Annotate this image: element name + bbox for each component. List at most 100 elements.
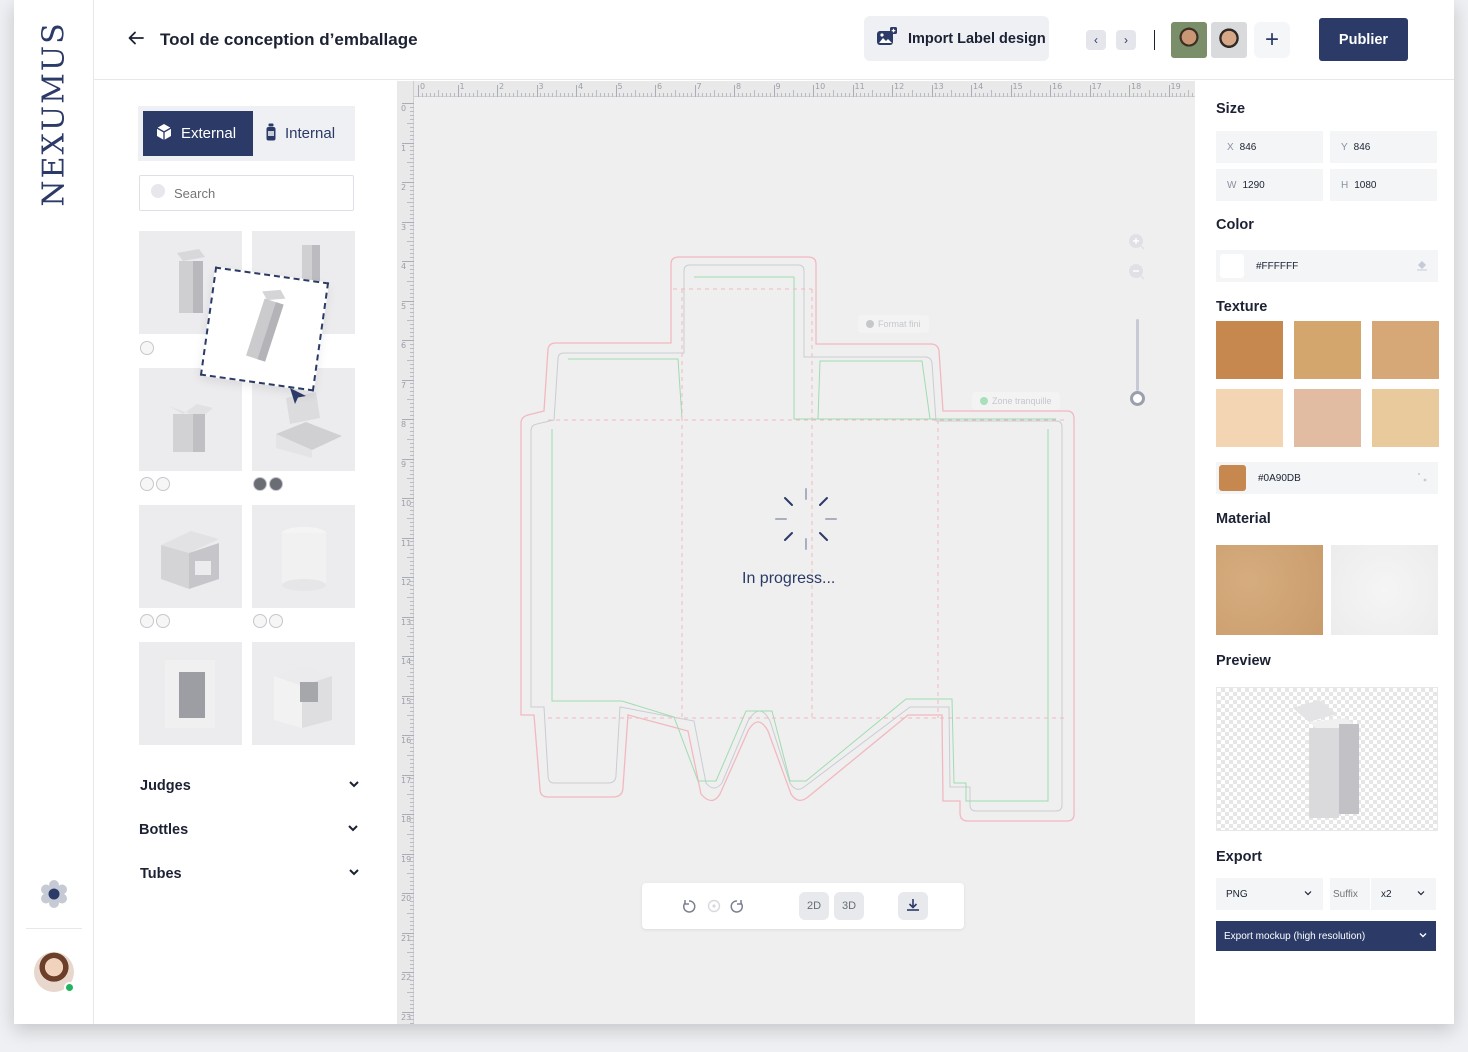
- model-library-panel: External Internal Search Judges Bottles …: [94, 81, 398, 1024]
- zoom-slider-handle[interactable]: [1130, 391, 1145, 406]
- color-chip: [1220, 254, 1244, 278]
- export-scale-select[interactable]: x2: [1371, 878, 1436, 910]
- redo-icon[interactable]: [730, 898, 744, 919]
- brand-logo: NEXUMUS: [36, 21, 72, 207]
- material-heading: Material: [1216, 511, 1271, 527]
- x-field[interactable]: X 846: [1216, 131, 1323, 163]
- variant-dots: [140, 341, 154, 355]
- download-button[interactable]: [898, 892, 928, 920]
- zoom-out-icon[interactable]: [1127, 262, 1147, 287]
- dragging-model-card[interactable]: [199, 266, 330, 392]
- publish-button[interactable]: Publier: [1319, 18, 1408, 61]
- view-2d-button[interactable]: 2D: [799, 892, 829, 920]
- model-thumbnail[interactable]: [139, 642, 242, 745]
- texture-swatch[interactable]: [1216, 389, 1283, 447]
- variant-dot[interactable]: [156, 477, 170, 491]
- texture-swatch[interactable]: [1372, 389, 1439, 447]
- texture-color-field[interactable]: #0A90DB: [1216, 462, 1438, 494]
- online-status-dot: [64, 982, 75, 993]
- app-window: NEXUMUS Tool de conception d’emballage I…: [14, 0, 1454, 1024]
- variant-dot[interactable]: [156, 614, 170, 628]
- eyedropper-icon[interactable]: [1416, 471, 1428, 486]
- search-box[interactable]: [139, 175, 354, 211]
- w-value: 1290: [1242, 179, 1265, 191]
- tab-internal[interactable]: Internal: [253, 111, 347, 156]
- height-field[interactable]: H 1080: [1330, 169, 1437, 201]
- export-mockup-button[interactable]: Export mockup (high resolution): [1216, 921, 1436, 951]
- tab-external-label: External: [181, 125, 237, 142]
- variant-dot[interactable]: [253, 477, 267, 491]
- zone-tranquille-tag: Zone tranquille: [972, 392, 1060, 410]
- top-header: Tool de conception d’emballage Import La…: [94, 0, 1454, 80]
- collaborator-avatar-2[interactable]: [1211, 22, 1247, 58]
- texture-swatch[interactable]: [1294, 321, 1361, 379]
- variant-dots: [140, 477, 170, 491]
- undo-icon[interactable]: [682, 898, 696, 919]
- y-value: 846: [1353, 141, 1371, 153]
- chevron-down-icon: [347, 822, 359, 838]
- color-heading: Color: [1216, 217, 1254, 233]
- chevron-down-icon: [1416, 888, 1426, 901]
- y-field[interactable]: Y 846: [1330, 131, 1437, 163]
- zone-tranquille-label: Zone tranquille: [992, 396, 1052, 406]
- center-icon[interactable]: [707, 899, 721, 918]
- variant-dot[interactable]: [269, 477, 283, 491]
- y-key: Y: [1341, 141, 1348, 153]
- canvas-toolbar: 2D 3D: [642, 883, 964, 929]
- texture-color-chip: [1219, 465, 1246, 491]
- zoom-slider-track[interactable]: [1136, 319, 1139, 391]
- export-mockup-label: Export mockup (high resolution): [1224, 930, 1366, 942]
- search-input[interactable]: [174, 185, 334, 201]
- texture-swatch[interactable]: [1294, 389, 1361, 447]
- material-kraft[interactable]: [1216, 545, 1323, 635]
- preview-heading: Preview: [1216, 653, 1271, 669]
- size-heading: Size: [1216, 101, 1246, 117]
- variant-dot[interactable]: [140, 614, 154, 628]
- paint-bucket-icon[interactable]: [1416, 259, 1428, 274]
- variant-dot[interactable]: [253, 614, 267, 628]
- settings-gear-icon[interactable]: [38, 878, 70, 910]
- tab-external[interactable]: External: [143, 111, 253, 156]
- chevron-down-icon: [348, 866, 360, 882]
- image-upload-icon: [876, 26, 898, 52]
- design-canvas[interactable]: 0 1 2 3 4 5 6 7 8 9 10 11 12 13 14 15 16 17 18 19 012345678…: [398, 81, 1195, 1024]
- export-suffix-field[interactable]: [1330, 878, 1370, 910]
- texture-heading: Texture: [1216, 299, 1268, 315]
- model-thumbnail[interactable]: [139, 368, 242, 471]
- format-fini-tag: Format fini: [858, 315, 929, 333]
- next-button[interactable]: ›: [1116, 30, 1136, 50]
- external-internal-toggle: External Internal: [138, 106, 355, 161]
- model-thumbnail[interactable]: [252, 505, 355, 608]
- variant-dot[interactable]: [140, 341, 154, 355]
- color-value: #FFFFFF: [1256, 260, 1299, 272]
- color-field[interactable]: #FFFFFF: [1216, 250, 1438, 282]
- variant-dots: [140, 614, 170, 628]
- view-3d-button[interactable]: 3D: [834, 892, 864, 920]
- suffix-input[interactable]: [1333, 888, 1367, 900]
- category-tubes[interactable]: Tubes: [140, 866, 360, 882]
- category-judges[interactable]: Judges: [140, 778, 360, 794]
- export-format-select[interactable]: PNG: [1216, 878, 1323, 910]
- material-white[interactable]: [1331, 545, 1438, 635]
- texture-color-value: #0A90DB: [1258, 472, 1301, 484]
- width-field[interactable]: W 1290: [1216, 169, 1323, 201]
- zoom-in-icon[interactable]: [1127, 232, 1147, 257]
- texture-swatch[interactable]: [1372, 321, 1439, 379]
- back-arrow-icon[interactable]: [126, 28, 148, 50]
- w-key: W: [1227, 179, 1237, 191]
- variant-dots: [253, 614, 283, 628]
- texture-swatch[interactable]: [1216, 321, 1283, 379]
- rail-divider: [26, 928, 82, 929]
- variant-dot[interactable]: [140, 477, 154, 491]
- loading-spinner-icon: [772, 485, 840, 558]
- category-bottles[interactable]: Bottles: [139, 822, 359, 838]
- prev-button[interactable]: ‹: [1086, 30, 1106, 50]
- add-collaborator-button[interactable]: +: [1254, 22, 1290, 58]
- h-value: 1080: [1354, 179, 1377, 191]
- collaborator-avatar-1[interactable]: [1171, 22, 1207, 58]
- model-thumbnail[interactable]: [139, 505, 242, 608]
- model-thumbnail[interactable]: [252, 642, 355, 745]
- import-label-design-button[interactable]: Import Label design: [864, 16, 1049, 61]
- variant-dot[interactable]: [269, 614, 283, 628]
- category-label: Bottles: [139, 822, 189, 838]
